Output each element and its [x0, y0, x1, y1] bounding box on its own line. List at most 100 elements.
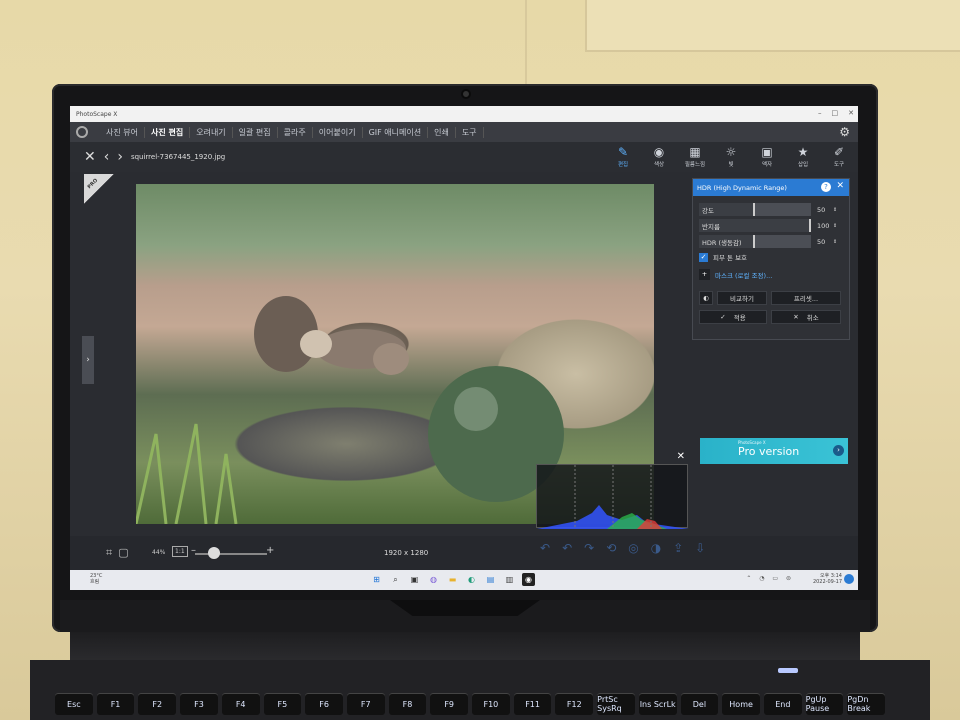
file-explorer-icon[interactable]: ▬ — [446, 573, 459, 586]
app-icon[interactable]: ▥ — [503, 573, 516, 586]
stepper-icon[interactable]: ⇕ — [833, 207, 837, 213]
share-icon[interactable]: ⇪ — [673, 541, 683, 555]
histogram-panel: ✕ — [536, 451, 689, 529]
menu-item[interactable]: 오려내기 — [190, 126, 233, 138]
tool-tab[interactable]: ✐ 도구 — [826, 144, 852, 168]
tool-tab-label: 빛 — [728, 162, 734, 168]
one-to-one-button[interactable]: 1:1 — [172, 546, 188, 557]
hdr-slider[interactable]: 강도 50 ⇕ — [699, 203, 839, 216]
clock-date: 2022-09-17 — [812, 579, 842, 585]
light-icon: ☼ — [725, 145, 737, 159]
task-view-icon[interactable]: ▣ — [408, 573, 421, 586]
slider-value: 50 — [817, 237, 826, 246]
grass — [134, 423, 238, 525]
photoscape-taskbar-icon[interactable]: ◉ — [522, 573, 535, 586]
clock[interactable]: 오후 3:14 2022-09-17 — [813, 573, 842, 585]
save-icon[interactable]: ⇩ — [695, 541, 705, 555]
undo-icon[interactable]: ↶ — [540, 541, 550, 555]
chevron-right-icon[interactable]: › — [117, 149, 123, 165]
keyboard-key: F8 — [388, 693, 427, 715]
x-icon: ✕ — [793, 313, 799, 321]
mask-option[interactable]: + 마스크 (로컬 조정)... — [699, 269, 772, 280]
tool-tab[interactable]: ☼ 빛 — [718, 144, 744, 168]
app-logo-icon[interactable] — [76, 126, 88, 138]
pro-version-banner[interactable]: PhotoScape X Pro version › — [700, 438, 848, 464]
chevron-right-icon[interactable]: › — [833, 445, 844, 456]
compare-button[interactable]: 비교하기 — [717, 291, 767, 305]
fit-view-icons[interactable]: ⌗▢ — [106, 546, 135, 560]
compare-icon[interactable]: ◑ — [651, 541, 661, 555]
tool-tab[interactable]: ◉ 색상 — [646, 144, 672, 168]
tool-tab-label: 색상 — [653, 162, 665, 168]
edge-icon[interactable]: ◐ — [465, 573, 478, 586]
weather-widget[interactable]: 23°C 흐림 — [90, 573, 102, 585]
webcam — [461, 89, 471, 99]
laptop-screen: PhotoScape X – □ ✕ 사진 뷰어 사진 편집 오려내기 일괄 편집 콜라… — [70, 106, 858, 590]
gear-icon[interactable]: ⚙ — [839, 125, 850, 139]
file-name: squirrel-7367445_1920.jpg — [130, 153, 226, 161]
undo-all-icon[interactable]: ↶ — [562, 541, 572, 555]
stepper-icon[interactable]: ⇕ — [833, 223, 837, 229]
zoom-slider-handle[interactable] — [208, 547, 220, 559]
keyboard-key: F1 — [96, 693, 135, 715]
start-icon[interactable]: ⊞ — [370, 573, 383, 586]
tool-tab[interactable]: ▦ 필름느낌 — [682, 144, 708, 168]
keyboard-key: Del — [680, 693, 719, 715]
pro-banner-subtitle: PhotoScape X — [738, 440, 766, 445]
tool-tab-label: 도구 — [833, 162, 845, 168]
store-icon[interactable]: ▤ — [484, 573, 497, 586]
stepper-icon[interactable]: ⇕ — [833, 239, 837, 245]
window-controls: – □ ✕ — [818, 109, 854, 117]
keyboard-key: F3 — [180, 693, 218, 715]
menu-item[interactable]: 콜라주 — [278, 126, 313, 138]
keyboard-key: Ins ScrLk — [638, 693, 677, 715]
checkbox-checked-icon[interactable]: ✓ — [699, 252, 708, 262]
windows-taskbar: 23°C 흐림 ⊞ ⌕ ▣ ◍ ▬ ◐ ▤ ▥ ◉ ⌃ ◔ ▭ ⊜ 오후 3:1… — [70, 570, 858, 590]
search-icon[interactable]: ⌕ — [389, 573, 402, 586]
maximize-icon[interactable]: □ — [832, 109, 839, 117]
skin-protect-label: 피부 톤 보호 — [713, 254, 748, 262]
skin-protect-option[interactable]: ✓ 피부 톤 보호 — [699, 252, 747, 262]
cancel-button[interactable]: ✕ 취소 — [771, 310, 841, 324]
help-icon[interactable]: ? — [821, 182, 831, 192]
menu-item[interactable]: 도구 — [456, 126, 484, 138]
redo-icon[interactable]: ↷ — [584, 541, 594, 555]
tool-tab[interactable]: ✎ 편집 — [610, 144, 636, 168]
title-bar: PhotoScape X – □ ✕ — [70, 106, 858, 122]
zoom-slider-track[interactable] — [195, 553, 267, 555]
film-icon: ▦ — [689, 145, 701, 159]
preset-button[interactable]: 프리셋... — [771, 291, 841, 305]
close-icon[interactable]: ✕ — [848, 109, 854, 117]
menu-item[interactable]: 일괄 편집 — [233, 126, 278, 138]
plus-icon[interactable]: + — [699, 269, 710, 280]
tool-tab[interactable]: ▣ 액자 — [754, 144, 780, 168]
compare-split-button[interactable]: ◐ — [699, 291, 713, 305]
minimize-icon[interactable]: – — [818, 109, 822, 117]
expand-panel-button[interactable]: › — [82, 336, 94, 384]
menu-item[interactable]: GIF 애니메이션 — [363, 126, 429, 138]
apply-button[interactable]: ✓ 적용 — [699, 310, 767, 324]
menu-item[interactable]: 사진 편집 — [145, 126, 191, 138]
slider-label: 강도 — [702, 206, 714, 215]
menu-item[interactable]: 사진 뷰어 — [100, 126, 145, 138]
notification-icon[interactable] — [844, 574, 854, 584]
pro-ribbon: PRO — [84, 174, 114, 204]
chevron-left-icon[interactable]: ‹ — [104, 149, 110, 165]
slider-label: 반지름 — [702, 222, 720, 231]
close-icon[interactable]: ✕ — [677, 451, 685, 462]
chat-icon[interactable]: ◍ — [427, 573, 440, 586]
system-tray[interactable]: ⌃ ◔ ▭ ⊜ — [746, 575, 794, 582]
keyboard-key: F2 — [138, 693, 177, 715]
hdr-slider[interactable]: 반지름 100 ⇕ — [699, 219, 839, 232]
keyboard-key: F11 — [513, 693, 552, 715]
close-icon[interactable]: ✕ — [836, 181, 844, 191]
tool-tab-label: 편집 — [617, 162, 629, 168]
original-icon[interactable]: ◎ — [628, 541, 638, 555]
close-icon[interactable]: ✕ — [84, 149, 96, 165]
zoom-in-icon[interactable]: + — [266, 545, 274, 556]
menu-item[interactable]: 이어붙이기 — [313, 126, 363, 138]
rotate-icon[interactable]: ⟲ — [606, 541, 616, 555]
tool-tab[interactable]: ★ 삽입 — [790, 144, 816, 168]
hdr-slider[interactable]: HDR (생동감) 50 ⇕ — [699, 235, 839, 248]
menu-item[interactable]: 인쇄 — [428, 126, 456, 138]
